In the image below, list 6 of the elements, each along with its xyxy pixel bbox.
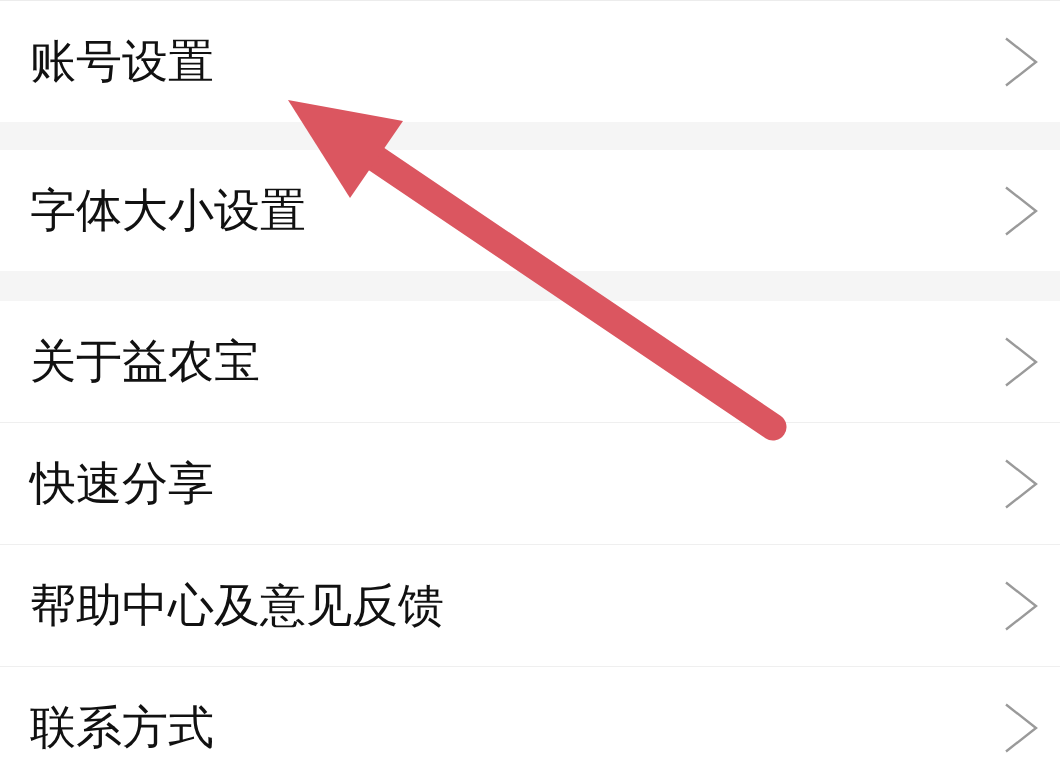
chevron-right-icon (1004, 580, 1038, 631)
chevron-right-icon (1004, 36, 1038, 87)
chevron-right-icon (1004, 702, 1038, 753)
chevron-right-icon (1004, 185, 1038, 236)
chevron-right-icon (1004, 336, 1038, 387)
chevron-right-icon (1004, 458, 1038, 509)
